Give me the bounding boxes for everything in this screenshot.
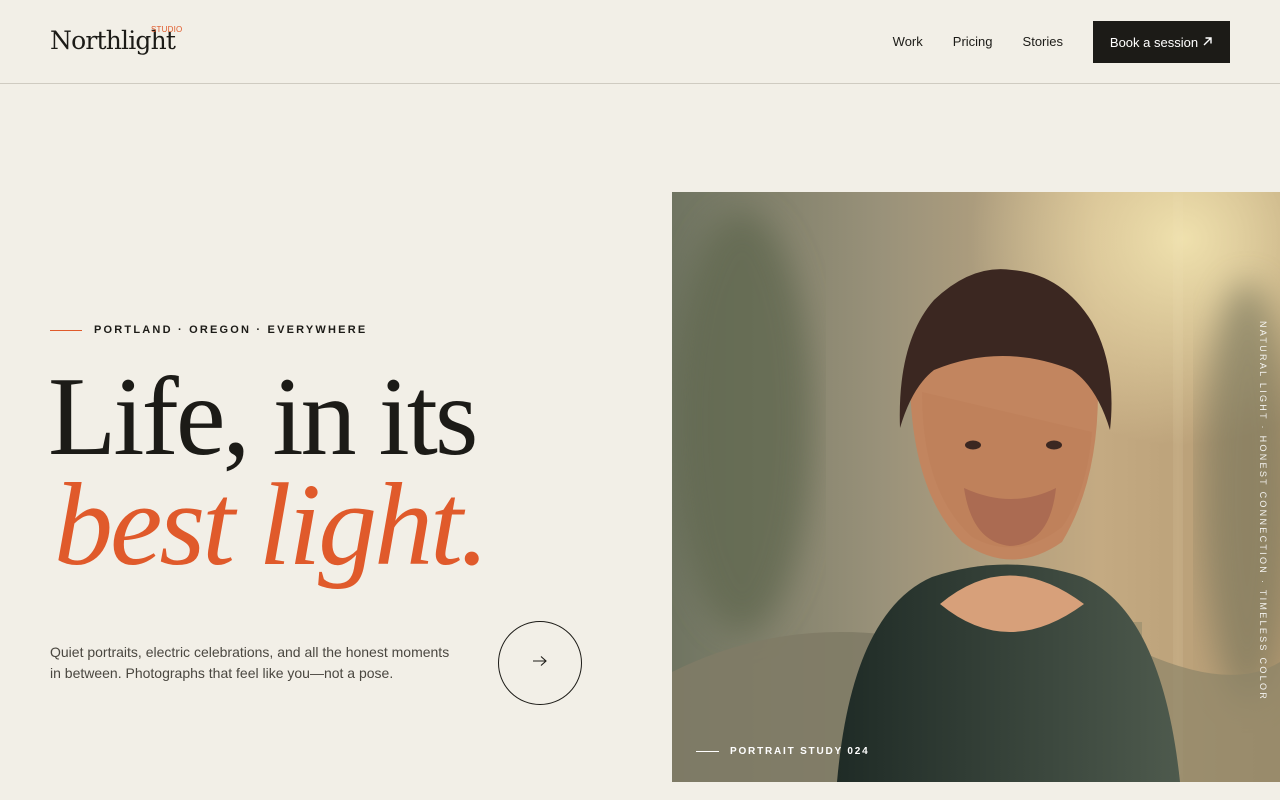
portrait-illustration [672, 192, 1280, 782]
photo-vertical-caption: NATURAL LIGHT · HONEST CONNECTION · TIME… [1258, 321, 1268, 702]
brand-tag: STUDIO [151, 25, 183, 34]
book-session-button[interactable]: Book a session [1093, 21, 1230, 63]
eyebrow-text: PORTLAND · OREGON · EVERYWHERE [94, 324, 368, 336]
hero-headline-line2: best light. [54, 459, 489, 590]
hero-lede: Quiet portraits, electric celebrations, … [50, 644, 450, 681]
hero-photo [672, 192, 1280, 782]
arrow-right-icon [532, 654, 548, 672]
hero-eyebrow: PORTLAND · OREGON · EVERYWHERE [50, 324, 367, 336]
next-button[interactable] [498, 621, 582, 705]
photo-caption: PORTRAIT STUDY 024 [696, 746, 869, 757]
site-header: Northlight STUDIO Work Pricing Stories B… [0, 0, 1280, 84]
nav-item-pricing[interactable]: Pricing [953, 34, 993, 49]
book-session-label: Book a session [1109, 34, 1199, 50]
nav-item-stories[interactable]: Stories [1023, 34, 1063, 49]
eyebrow-rule [50, 329, 82, 331]
nav-item-work[interactable]: Work [893, 34, 923, 49]
main-nav: Work Pricing Stories [893, 34, 1063, 49]
photo-caption-text: PORTRAIT STUDY 024 [730, 746, 870, 757]
arrow-up-right-icon [1202, 34, 1213, 50]
photo-caption-rule [696, 751, 719, 752]
